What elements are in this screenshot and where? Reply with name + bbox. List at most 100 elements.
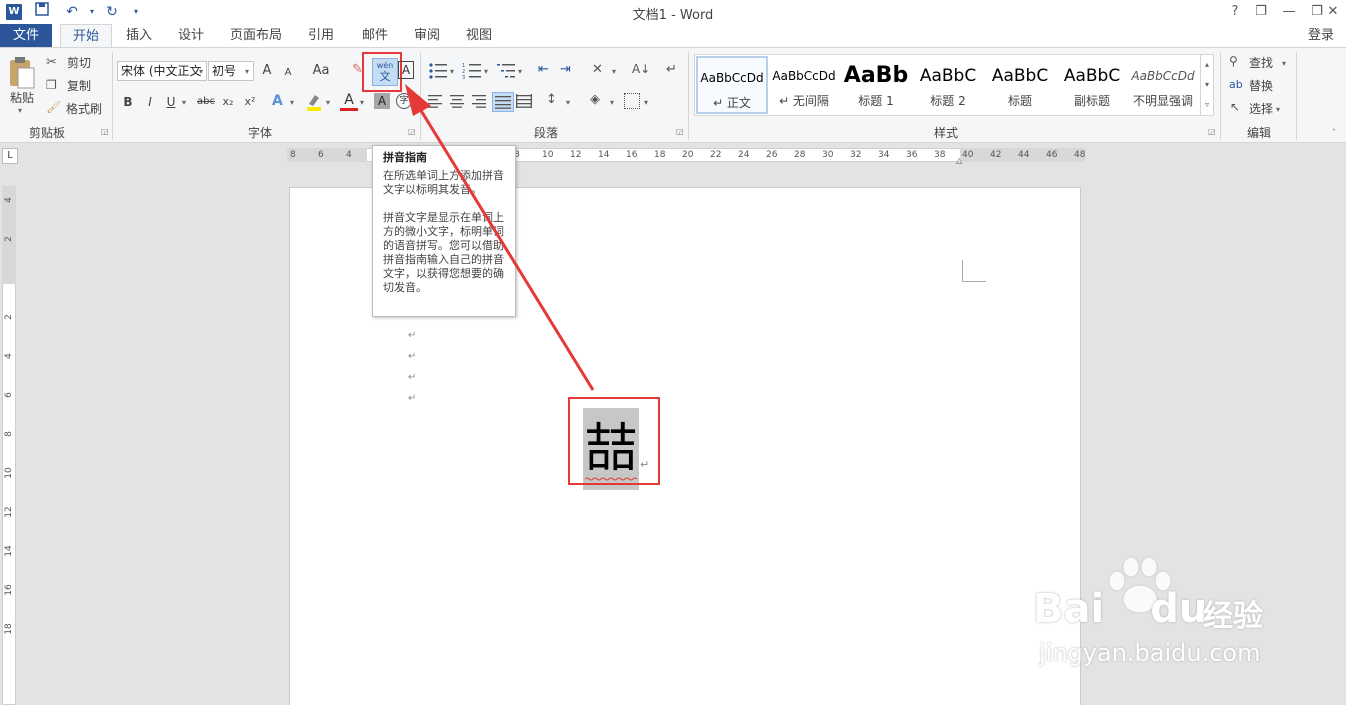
font-name-dropdown-icon[interactable]: ▾: [199, 67, 203, 76]
style-title[interactable]: AaBbC 标题: [984, 56, 1056, 114]
shrink-font-button[interactable]: A: [280, 63, 296, 83]
shading-dropdown-icon[interactable]: ▾: [610, 98, 614, 107]
style-subtitle[interactable]: AaBbC 副标题: [1056, 56, 1128, 114]
decrease-indent-icon[interactable]: ⇤: [538, 62, 556, 80]
tab-references[interactable]: 引用: [302, 24, 340, 48]
cursor-icon: ↖: [1230, 100, 1241, 114]
ruler-tick-label: 34: [878, 150, 890, 160]
text-effects-icon[interactable]: A: [272, 93, 290, 111]
paste-dropdown-icon[interactable]: ▾: [18, 106, 22, 115]
font-name-select[interactable]: 宋体 (中文正文: [117, 61, 207, 81]
help-icon[interactable]: ?: [1222, 0, 1248, 24]
ruler-tick-label: 8: [290, 150, 296, 160]
ruler-tick-label: 32: [850, 150, 862, 160]
style-no-spacing[interactable]: AaBbCcDd ↵ 无间隔: [768, 56, 840, 114]
superscript-button[interactable]: x²: [242, 92, 258, 112]
numbering-icon[interactable]: 123: [462, 62, 482, 81]
margin-corner-mark: [962, 260, 986, 282]
tab-layout[interactable]: 页面布局: [226, 24, 286, 48]
find-dropdown-icon[interactable]: ▾: [1282, 59, 1286, 68]
styles-scroll[interactable]: ▴ ▾ ▿: [1200, 55, 1213, 115]
paragraph-launcher-icon[interactable]: ◲: [676, 128, 684, 136]
multilevel-list-icon[interactable]: [496, 62, 516, 80]
style-normal[interactable]: AaBbCcDd ↵ 正文: [696, 56, 768, 114]
grow-font-button[interactable]: A: [258, 61, 276, 81]
replace-button[interactable]: 替换: [1246, 76, 1276, 96]
right-indent-marker-icon[interactable]: △: [956, 156, 962, 165]
tab-home[interactable]: 开始: [60, 24, 112, 48]
chinese-layout-dropdown-icon[interactable]: ▾: [612, 67, 616, 76]
character-border-button[interactable]: A: [398, 61, 414, 79]
watermark-jingyan: 经验: [1203, 599, 1263, 634]
ruler-tick-label: 12: [4, 506, 14, 518]
customize-qat-icon[interactable]: ▾: [126, 2, 146, 22]
collapse-ribbon-icon[interactable]: ˄: [1332, 128, 1336, 137]
tab-mailings[interactable]: 邮件: [356, 24, 394, 48]
highlight-color-icon[interactable]: [305, 92, 323, 112]
style-subtle-emphasis[interactable]: AaBbCcDd 不明显强调: [1128, 56, 1198, 114]
clipboard-launcher-icon[interactable]: ◲: [101, 128, 109, 136]
multilevel-dropdown-icon[interactable]: ▾: [518, 67, 522, 76]
chinese-layout-icon[interactable]: ✕: [592, 62, 612, 80]
watermark-brand-du: du: [1150, 586, 1208, 632]
scissors-icon: ✂: [46, 55, 57, 70]
select-dropdown-icon[interactable]: ▾: [1276, 105, 1280, 114]
bold-button[interactable]: B: [121, 92, 135, 112]
close-button[interactable]: ✕: [1320, 0, 1346, 24]
paste-icon[interactable]: [6, 56, 38, 90]
cut-button[interactable]: 剪切: [64, 53, 94, 73]
bullets-icon[interactable]: [428, 62, 448, 80]
style-heading-1[interactable]: AaBb 标题 1: [840, 56, 912, 114]
font-size-dropdown-icon[interactable]: ▾: [245, 67, 249, 76]
highlight-dropdown-icon[interactable]: ▾: [326, 98, 330, 107]
ruler-tick-label: 48: [1074, 150, 1086, 160]
font-color-button[interactable]: A: [340, 92, 358, 112]
numbering-dropdown-icon[interactable]: ▾: [484, 67, 488, 76]
find-button[interactable]: 查找: [1246, 53, 1276, 73]
character-shading-button[interactable]: A: [374, 93, 390, 109]
sign-in-link[interactable]: 登录: [1308, 24, 1334, 48]
ruler-tick-label: 20: [682, 150, 694, 160]
text-effects-dropdown-icon[interactable]: ▾: [290, 98, 294, 107]
font-color-dropdown-icon[interactable]: ▾: [360, 98, 364, 107]
style-heading-2[interactable]: AaBbC 标题 2: [912, 56, 984, 114]
select-button[interactable]: 选择: [1246, 99, 1276, 119]
ruler-tick-label: 44: [1018, 150, 1030, 160]
font-color-swatch: [340, 108, 358, 111]
styles-launcher-icon[interactable]: ◲: [1208, 128, 1216, 136]
word-logo-icon: W: [6, 4, 22, 20]
underline-button[interactable]: U: [164, 92, 178, 112]
increase-indent-icon[interactable]: ⇥: [560, 62, 578, 80]
tab-file[interactable]: 文件: [0, 24, 52, 48]
sort-icon[interactable]: A↓: [632, 62, 650, 80]
tab-design[interactable]: 设计: [172, 24, 210, 48]
paste-button[interactable]: 粘贴: [4, 88, 40, 108]
copy-button[interactable]: 复制: [64, 76, 94, 96]
style-sample: AaBb: [843, 63, 909, 88]
subscript-button[interactable]: x₂: [220, 92, 236, 112]
strikethrough-button[interactable]: abc: [195, 92, 217, 112]
borders-dropdown-icon[interactable]: ▾: [644, 98, 648, 107]
watermark-url: jingyan.baidu.com: [1039, 639, 1261, 667]
italic-button[interactable]: I: [143, 92, 157, 112]
copy-icon: ❐: [46, 78, 57, 92]
show-marks-icon[interactable]: ↵: [666, 62, 682, 80]
minimize-button[interactable]: —: [1276, 0, 1302, 24]
underline-dropdown-icon[interactable]: ▾: [182, 98, 186, 107]
ruler-tick-label: 6: [318, 150, 324, 160]
redo-icon[interactable]: ↻: [102, 2, 122, 22]
save-icon[interactable]: [32, 2, 52, 22]
tab-review[interactable]: 审阅: [408, 24, 446, 48]
style-sample: AaBbC: [991, 66, 1049, 86]
bullets-dropdown-icon[interactable]: ▾: [450, 67, 454, 76]
ribbon-display-options-icon[interactable]: ❐: [1248, 0, 1274, 24]
undo-dropdown-icon[interactable]: ▾: [82, 2, 102, 22]
tab-view[interactable]: 视图: [460, 24, 498, 48]
undo-icon[interactable]: ↶: [62, 2, 82, 22]
borders-icon[interactable]: [624, 93, 640, 109]
tab-insert[interactable]: 插入: [120, 24, 158, 48]
format-painter-button[interactable]: 格式刷: [64, 99, 104, 119]
change-case-button[interactable]: Aa: [308, 61, 334, 81]
tab-selector[interactable]: L: [2, 148, 18, 164]
ruler-margin-left: [287, 148, 367, 162]
